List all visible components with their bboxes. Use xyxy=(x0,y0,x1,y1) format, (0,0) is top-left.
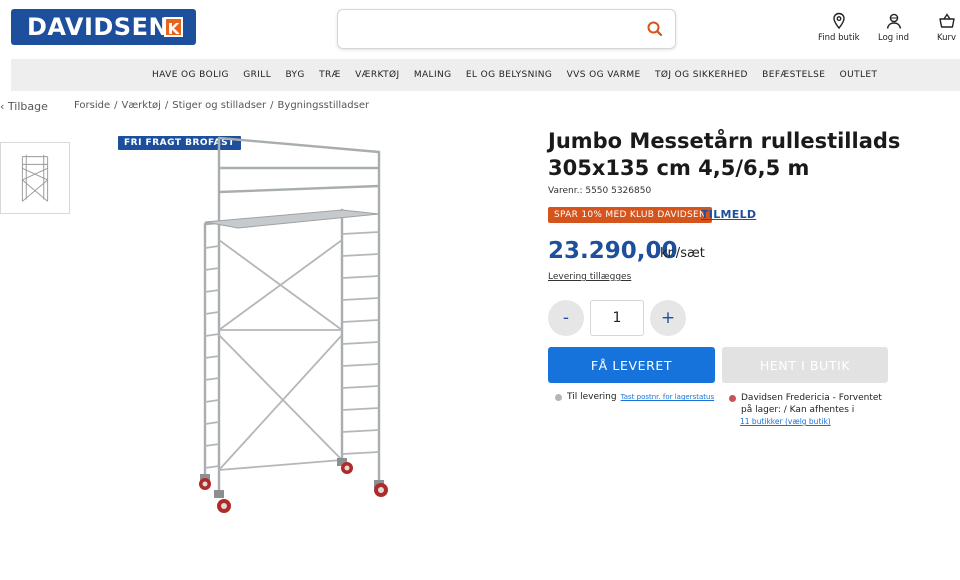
nav-item-el-og-belysning[interactable]: EL OG BELYSNING xyxy=(466,70,552,80)
store-status-label: Davidsen Fredericia - Forventet på lager… xyxy=(741,393,882,415)
main-navigation: HAVE OG BOLIG GRILL BYG TRÆ VÆRKTØJ MALI… xyxy=(11,59,960,91)
pickup-in-store-button[interactable]: HENT I BUTIK xyxy=(722,347,888,383)
status-dot-red xyxy=(729,395,736,402)
find-store-label: Find butik xyxy=(818,33,860,43)
delivery-status-label: Til levering xyxy=(567,392,617,402)
product-title: Jumbo Messetårn rullestillads 305x135 cm… xyxy=(548,129,901,180)
quantity-decrease-button[interactable]: - xyxy=(548,300,584,336)
get-delivered-button[interactable]: FÅ LEVERET xyxy=(548,347,715,383)
caster-wheels xyxy=(199,458,388,513)
status-dot-gray xyxy=(555,393,562,401)
breadcrumb: Forside / Værktøj / Stiger og stilladser / Byg… xyxy=(74,100,369,111)
delivery-fee-note[interactable]: Levering tillægges xyxy=(548,272,631,282)
login-link[interactable]: Log ind xyxy=(878,12,909,43)
nav-item-befaestelse[interactable]: BEFÆSTELSE xyxy=(762,70,825,80)
logo-text: DAVIDSEN xyxy=(27,13,170,41)
product-image[interactable] xyxy=(186,130,406,520)
nav-item-toej-og-sikkerhed[interactable]: TØJ OG SIKKERHED xyxy=(655,70,748,80)
scaffold-thumbnail-image xyxy=(21,154,49,202)
choose-store-link[interactable]: 11 butikker (vælg butik) xyxy=(740,416,889,428)
product-price: 23.290,00 xyxy=(548,238,678,264)
find-store-link[interactable]: Find butik xyxy=(818,12,860,43)
price-unit: kr./sæt xyxy=(660,246,705,261)
search-bar xyxy=(337,9,676,49)
cart-label: Kurv xyxy=(937,33,957,43)
product-sku: Varenr.: 5550 5326850 xyxy=(548,186,652,196)
nav-item-have-og-bolig[interactable]: HAVE OG BOLIG xyxy=(152,70,229,80)
login-label: Log ind xyxy=(878,33,910,43)
breadcrumb-separator: / xyxy=(270,100,274,111)
location-pin-icon xyxy=(833,12,845,30)
delivery-status: Til levering Tast postnr. for lagerstatu… xyxy=(555,392,714,402)
breadcrumb-item[interactable]: Bygningsstilladser xyxy=(278,100,370,111)
davidsen-logo[interactable]: DAVIDSEN K xyxy=(11,9,196,45)
postcode-stock-link[interactable]: Tast postnr. for lagerstatus xyxy=(621,393,715,401)
nav-item-outlet[interactable]: OUTLET xyxy=(840,70,878,80)
search-icon[interactable] xyxy=(645,19,665,39)
breadcrumb-separator: / xyxy=(164,100,169,111)
nav-item-vaerktoej[interactable]: VÆRKTØJ xyxy=(355,70,399,80)
basket-icon xyxy=(938,13,955,28)
signup-link[interactable]: TILMELD xyxy=(701,208,756,221)
breadcrumb-item[interactable]: Forside xyxy=(74,100,110,111)
nav-item-grill[interactable]: GRILL xyxy=(243,70,271,80)
back-link[interactable]: ‹ Tilbage xyxy=(0,100,48,113)
nav-item-maling[interactable]: MALING xyxy=(414,70,452,80)
store-status: Davidsen Fredericia - Forventet på lager… xyxy=(729,392,889,428)
nav-item-trae[interactable]: TRÆ xyxy=(319,70,341,80)
product-thumbnail[interactable] xyxy=(0,142,70,214)
search-input[interactable] xyxy=(338,10,628,48)
breadcrumb-separator: / xyxy=(114,100,118,111)
cart-link[interactable]: Kurv xyxy=(937,12,956,43)
user-icon xyxy=(886,13,901,29)
quantity-input[interactable] xyxy=(590,300,644,336)
club-promo-badge: SPAR 10% MED KLUB DAVIDSEN xyxy=(548,207,713,223)
nav-item-byg[interactable]: BYG xyxy=(285,70,304,80)
logo-k-mark: K xyxy=(164,17,183,38)
back-label: Tilbage xyxy=(7,100,48,113)
chevron-left-icon: ‹ xyxy=(0,100,8,113)
nav-item-vvs-og-varme[interactable]: VVS OG VARME xyxy=(567,70,641,80)
breadcrumb-item[interactable]: Værktøj xyxy=(122,100,161,111)
quantity-increase-button[interactable]: + xyxy=(650,300,686,336)
breadcrumb-item[interactable]: Stiger og stilladser xyxy=(172,100,266,111)
